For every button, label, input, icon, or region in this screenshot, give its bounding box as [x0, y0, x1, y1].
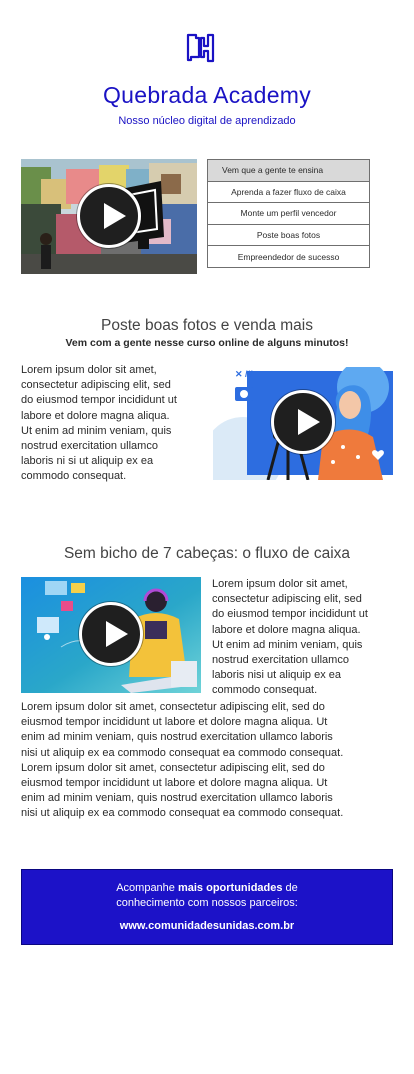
svg-text:✕ ///: ✕ /// — [235, 369, 253, 379]
course-menu: Vem que a gente te ensina Aprenda a faze… — [207, 159, 370, 268]
page-title: Quebrada Academy — [102, 82, 312, 108]
section-photos-title: Poste boas fotos e venda mais — [101, 317, 313, 334]
section-cashflow-title: Sem bicho de 7 cabeças: o fluxo de caixa — [63, 545, 351, 562]
video-thumbnail-photos[interactable]: ✕ /// — [213, 367, 393, 480]
play-button[interactable] — [271, 390, 335, 454]
menu-item-fluxo-caixa[interactable]: Aprenda a fazer fluxo de caixa — [207, 180, 370, 204]
section-photos-text: Lorem ipsum dolor sit amet, consectetur … — [21, 364, 177, 483]
partners-banner: Acompanhe mais oportunidades de conhecim… — [21, 869, 393, 945]
partners-link[interactable]: www.comunidadesunidas.com.br — [22, 920, 392, 932]
video-thumbnail-cashflow[interactable] — [21, 577, 201, 693]
play-button[interactable] — [77, 184, 141, 248]
section-photos-subtitle: Vem com a gente nesse curso online de al… — [65, 337, 349, 349]
menu-item-fotos[interactable]: Poste boas fotos — [207, 223, 370, 247]
banner-text: Acompanhe mais oportunidades de conhecim… — [116, 882, 298, 909]
page-subtitle: Nosso núcleo digital de aprendizado — [118, 115, 296, 127]
dh-logo-icon[interactable] — [186, 33, 216, 63]
section-cashflow-side-text: Lorem ipsum dolor sit amet, consectetur … — [212, 578, 368, 697]
play-button[interactable] — [79, 602, 143, 666]
menu-header[interactable]: Vem que a gente te ensina — [207, 159, 370, 182]
video-thumbnail-favela[interactable] — [21, 159, 197, 274]
menu-item-perfil[interactable]: Monte um perfil vencedor — [207, 202, 370, 225]
section-cashflow-body-text: Lorem ipsum dolor sit amet, consectetur … — [21, 701, 344, 820]
menu-item-empreendedor[interactable]: Empreendedor de sucesso — [207, 245, 370, 268]
